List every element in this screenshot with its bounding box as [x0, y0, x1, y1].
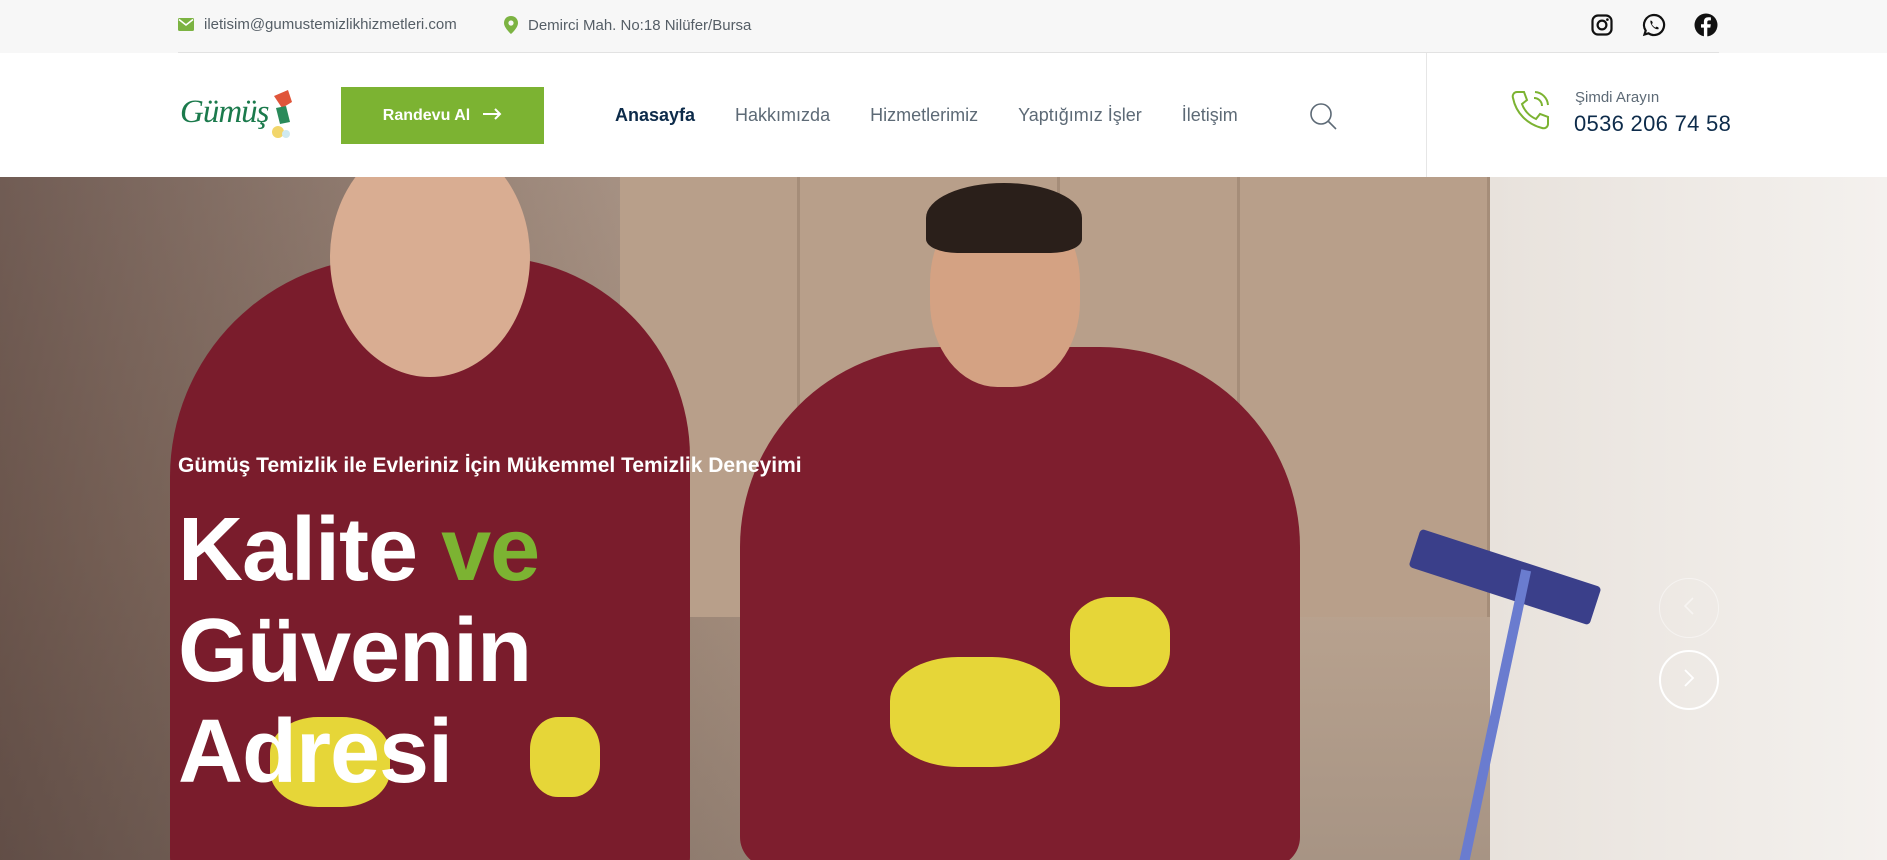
- hero-photo-glove: [530, 717, 600, 797]
- nav-item-contact[interactable]: İletişim: [1182, 105, 1238, 126]
- appointment-button-label: Randevu Al: [382, 106, 471, 124]
- main-nav: Anasayfa Hakkımızda Hizmetlerimiz Yaptığ…: [615, 105, 1238, 126]
- nav-item-services[interactable]: Hizmetlerimiz: [870, 105, 978, 126]
- envelope-icon: [178, 18, 194, 31]
- slider-next-button[interactable]: [1659, 650, 1719, 710]
- phone-icon: [1507, 86, 1555, 139]
- top-bar: iletisim@gumustemizlikhizmetleri.com Dem…: [0, 0, 1887, 53]
- slider-prev-button[interactable]: [1659, 578, 1719, 638]
- hero-photo-glove: [890, 657, 1060, 767]
- arrow-right-icon: [482, 107, 502, 125]
- hero-photo-wall: [1490, 177, 1887, 860]
- whatsapp-icon[interactable]: [1641, 12, 1667, 38]
- call-label: Şimdi Arayın: [1575, 89, 1660, 106]
- address-text: Demirci Mah. No:18 Nilüfer/Bursa: [528, 16, 752, 34]
- email-text: iletisim@gumustemizlikhizmetleri.com: [204, 16, 457, 33]
- appointment-button[interactable]: Randevu Al: [341, 87, 544, 144]
- chevron-left-icon: [1683, 596, 1695, 621]
- chevron-right-icon: [1683, 668, 1695, 693]
- logo-mark-icon: [268, 88, 294, 147]
- hero-photo-person: [740, 347, 1300, 860]
- hero-slider: Gümüş Temizlik ile Evleriniz İçin Mükemm…: [0, 177, 1887, 860]
- hero-title: Kalite ve Güvenin Adresi: [178, 500, 540, 803]
- nav-item-about[interactable]: Hakkımızda: [735, 105, 830, 126]
- hero-title-line2: Güvenin: [178, 601, 532, 701]
- hero-subtitle: Gümüş Temizlik ile Evleriniz İçin Mükemm…: [178, 454, 802, 477]
- instagram-icon[interactable]: [1589, 12, 1615, 38]
- hero-photo-glove: [1070, 597, 1170, 687]
- nav-item-home[interactable]: Anasayfa: [615, 105, 695, 126]
- address-contact: Demirci Mah. No:18 Nilüfer/Bursa: [504, 16, 751, 34]
- hero-title-accent: ve: [441, 500, 540, 600]
- site-logo[interactable]: Gümüş: [180, 88, 292, 144]
- hero-photo-hair: [926, 183, 1082, 253]
- main-header: Gümüş Randevu Al Anasayfa Hakkımızda Hiz…: [0, 53, 1887, 177]
- map-pin-icon: [504, 16, 518, 34]
- top-bar-inner: iletisim@gumustemizlikhizmetleri.com Dem…: [178, 0, 1719, 53]
- hero-title-line3: Adresi: [178, 702, 453, 802]
- header-divider: [1426, 53, 1427, 177]
- search-icon[interactable]: [1309, 102, 1337, 135]
- social-links: [1589, 12, 1719, 38]
- phone-number-link[interactable]: 0536 206 74 58: [1574, 111, 1731, 137]
- hero-title-word: Kalite: [178, 500, 418, 600]
- email-contact[interactable]: iletisim@gumustemizlikhizmetleri.com: [178, 16, 457, 33]
- nav-item-projects[interactable]: Yaptığımız İşler: [1018, 105, 1142, 126]
- facebook-icon[interactable]: [1693, 12, 1719, 38]
- logo-wordmark: Gümüş: [180, 94, 270, 130]
